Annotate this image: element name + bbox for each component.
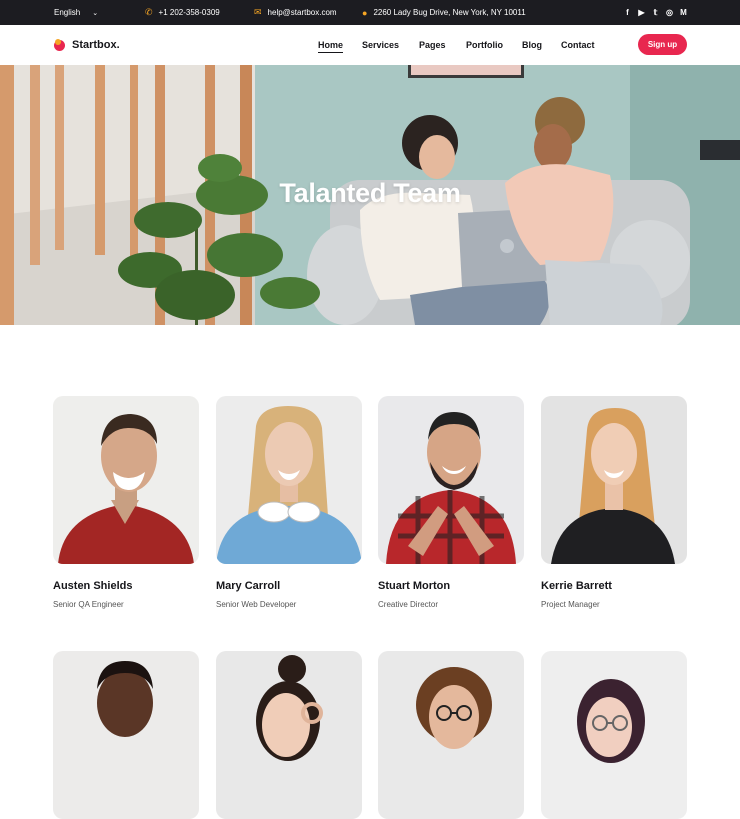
youtube-icon[interactable]: ▶	[638, 8, 645, 17]
hero-banner: Talanted Team	[0, 65, 740, 325]
team-member-photo	[378, 396, 524, 564]
member-role: Creative Director	[378, 600, 439, 609]
team-member-photo	[378, 651, 524, 819]
member-role: Senior QA Engineer	[53, 600, 124, 609]
team-member-photo	[541, 396, 687, 564]
chevron-down-icon: ⌄	[92, 9, 99, 17]
brand-logo[interactable]: Startbox.	[54, 25, 120, 65]
member-name: Kerrie Barrett	[541, 580, 612, 592]
phone-icon: ✆	[145, 7, 153, 17]
team-member-photo	[53, 396, 199, 564]
logo-mark-icon	[54, 39, 66, 51]
member-name: Stuart Morton	[378, 580, 451, 592]
team-card[interactable]: Stuart Morton Creative Director	[378, 396, 524, 609]
nav-blog[interactable]: Blog	[522, 40, 542, 50]
top-info-bar: English ⌄ ✆ +1 202-358-0309 ✉ help@start…	[0, 0, 740, 25]
team-card[interactable]	[53, 651, 199, 819]
address-text: 2260 Lady Bug Drive, New York, NY 10011	[373, 8, 526, 17]
phone-number: +1 202-358-0309	[158, 8, 220, 17]
nav-services[interactable]: Services	[362, 40, 399, 50]
nav-portfolio[interactable]: Portfolio	[466, 40, 503, 50]
signup-button[interactable]: Sign up	[638, 34, 687, 55]
team-card[interactable]: Austen Shields Senior QA Engineer	[53, 396, 199, 609]
team-member-photo	[53, 651, 199, 819]
language-selector[interactable]: English ⌄	[54, 0, 98, 25]
mail-icon: ✉	[254, 7, 262, 17]
team-card[interactable]	[378, 651, 524, 819]
medium-icon[interactable]: M	[680, 8, 687, 17]
location-pin-icon: ●	[362, 7, 368, 18]
brand-name: Startbox.	[72, 39, 120, 51]
nav-pages[interactable]: Pages	[419, 40, 446, 50]
member-role: Senior Web Developer	[216, 600, 297, 609]
team-card[interactable]	[541, 651, 687, 819]
member-role: Project Manager	[541, 600, 600, 609]
team-member-photo	[216, 651, 362, 819]
twitter-icon[interactable]: 𝕥	[652, 8, 659, 17]
team-card[interactable]: Mary Carroll Senior Web Developer	[216, 396, 362, 609]
email-contact[interactable]: ✉ help@startbox.com	[254, 0, 337, 25]
team-member-photo	[541, 651, 687, 819]
team-card[interactable]	[216, 651, 362, 819]
main-navbar: Startbox. Home Services Pages Portfolio …	[0, 25, 740, 65]
team-member-photo	[216, 396, 362, 564]
social-links: f ▶ 𝕥 ◎ M	[624, 0, 687, 25]
facebook-icon[interactable]: f	[624, 8, 631, 17]
member-name: Mary Carroll	[216, 580, 281, 592]
nav-home[interactable]: Home	[318, 40, 344, 53]
nav-contact[interactable]: Contact	[561, 40, 595, 50]
team-card[interactable]: Kerrie Barrett Project Manager	[541, 396, 687, 609]
phone-contact[interactable]: ✆ +1 202-358-0309	[145, 0, 220, 25]
hero-title: Talanted Team	[279, 178, 461, 208]
address-info: ● 2260 Lady Bug Drive, New York, NY 1001…	[362, 0, 526, 25]
email-address: help@startbox.com	[267, 8, 337, 17]
member-name: Austen Shields	[53, 580, 133, 592]
language-label: English	[54, 8, 81, 17]
instagram-icon[interactable]: ◎	[666, 8, 673, 17]
